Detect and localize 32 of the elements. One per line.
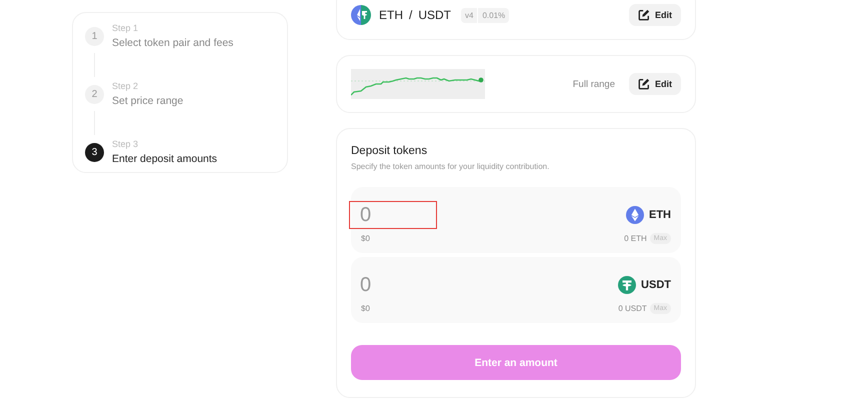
step-number: 2 bbox=[85, 84, 104, 104]
edit-button[interactable]: Edit bbox=[629, 4, 681, 26]
token-balance: 0 USDT bbox=[618, 304, 647, 313]
edit-icon bbox=[638, 9, 650, 21]
fee-tag: 0.01% bbox=[477, 8, 510, 22]
pair-separator: / bbox=[409, 8, 412, 22]
token-symbol: USDT bbox=[641, 279, 671, 291]
usd-value: $0 bbox=[361, 304, 370, 313]
edit-icon bbox=[638, 78, 650, 90]
token-pair-icon bbox=[351, 5, 371, 25]
step-number: 3 bbox=[85, 142, 104, 162]
step-label: Step 2 bbox=[112, 81, 140, 91]
token-symbol: ETH bbox=[649, 209, 671, 221]
section-subtitle: Specify the token amounts for your liquidity contribution. bbox=[351, 162, 550, 171]
token-symbol: USDT bbox=[418, 8, 452, 22]
ethereum-icon bbox=[626, 206, 644, 224]
step-title: Set price range bbox=[112, 95, 184, 107]
step-label: Step 1 bbox=[112, 23, 140, 33]
token-balance: 0 ETH bbox=[624, 234, 647, 243]
amount-field[interactable]: 0 bbox=[349, 201, 437, 229]
step-number: 1 bbox=[85, 26, 104, 46]
token-symbol: ETH bbox=[379, 8, 403, 22]
step-title: Select token pair and fees bbox=[112, 37, 234, 49]
usd-value: $0 bbox=[361, 234, 370, 243]
step-title: Enter deposit amounts bbox=[112, 153, 218, 165]
version-tag: v4 bbox=[461, 8, 478, 22]
edit-button[interactable]: Edit bbox=[629, 73, 681, 95]
amount-field[interactable]: 0 bbox=[349, 271, 437, 299]
step-label: Step 3 bbox=[112, 139, 140, 149]
range-label: Full range bbox=[572, 78, 615, 90]
tether-icon bbox=[618, 276, 636, 294]
section-title: Deposit tokens bbox=[351, 145, 428, 157]
